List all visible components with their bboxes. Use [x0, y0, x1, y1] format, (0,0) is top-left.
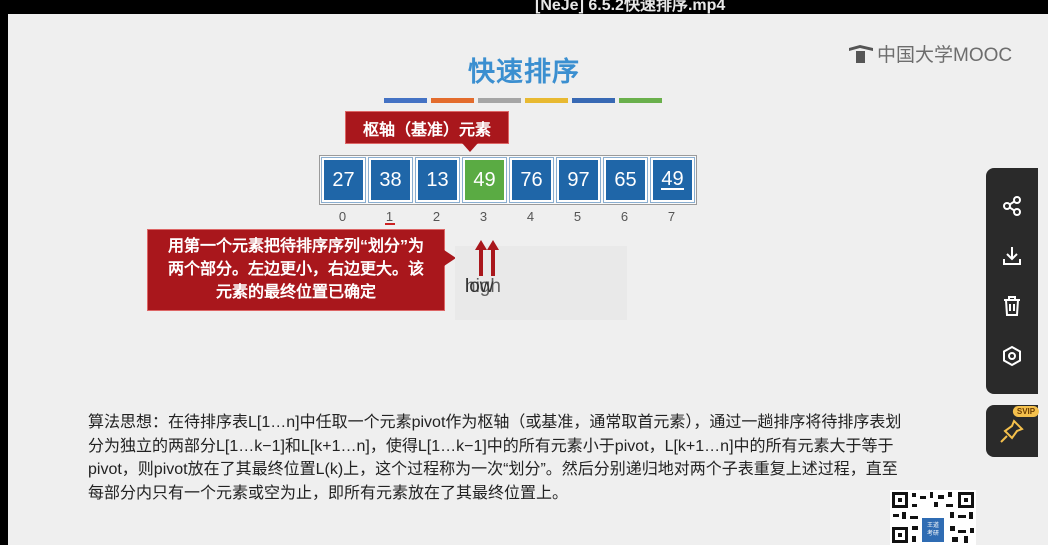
array-index: 2 — [432, 209, 441, 224]
array-index: 7 — [667, 209, 676, 224]
qr-label-line: 考研 — [926, 531, 939, 537]
floating-toolbar — [986, 168, 1038, 394]
array-cell-pivot: 49 — [462, 157, 507, 203]
slide: 中国大学MOOC 快速排序 枢轴（基准）元素 27 38 13 49 76 97 65 49 … — [8, 14, 1048, 545]
title-color-bars — [384, 98, 662, 104]
array-index: 1 — [385, 209, 394, 224]
video-title-bar: [NeJe] 6.5.2快速排序.mp4 — [0, 0, 1048, 14]
array-indices: 0 1 2 3 4 5 6 7 — [321, 209, 693, 224]
algorithm-line: pivot，则pivot放在了其最终位置L(k)上，这个过程称为一次“划分”。然… — [88, 461, 898, 478]
delete-icon — [1004, 296, 1020, 316]
share-button[interactable] — [986, 186, 1038, 226]
algorithm-line: 分为独立的两部分L[1…k−1]和L[k+1…n]，使得L[1…k−1]中的所有… — [88, 437, 894, 455]
svip-badge: SVIP — [1012, 406, 1040, 417]
algorithm-description: 算法思想：在待排序表L[1…n]中任取一个元素pivot作为枢轴（或基准，通常取… — [88, 411, 988, 505]
array-index: 6 — [620, 209, 629, 224]
array-cell: 13 — [415, 157, 460, 203]
array-cell-value: 97 — [567, 168, 590, 191]
array-cell-value: 49 — [661, 168, 684, 190]
title-color-bar — [572, 98, 615, 103]
array-cell: 49 — [650, 157, 695, 203]
title-color-bar — [384, 98, 427, 103]
partition-callout-line: 元素的最终位置已确定 — [215, 284, 376, 301]
array-index: 5 — [573, 209, 582, 224]
qr-code: 王道 考研 — [890, 490, 976, 545]
algorithm-line: 算法思想：在待排序表L[1…n]中任取一个元素pivot作为枢轴（或基准，通常取… — [88, 414, 902, 431]
index-marker — [385, 223, 395, 225]
array-cell-value: 38 — [379, 168, 402, 191]
pointer-arrows-icon — [475, 240, 499, 276]
array-cell: 76 — [509, 157, 554, 203]
slide-title: 快速排序 — [468, 57, 580, 87]
array-cell-value: 65 — [614, 168, 637, 191]
array-cell-value: 13 — [426, 168, 449, 191]
download-icon — [1003, 247, 1021, 265]
title-color-bar — [431, 98, 474, 103]
pivot-callout: 枢轴（基准）元素 — [345, 111, 509, 152]
array-cell: 38 — [368, 157, 413, 203]
qr-center-logo: 王道 考研 — [922, 518, 944, 542]
title-color-bar — [619, 98, 662, 103]
array-index: 3 — [479, 209, 488, 224]
title-color-bar — [525, 98, 568, 103]
array-cell: 65 — [603, 157, 648, 203]
partition-callout-line: 两个部分。左边更小，右边更大。该 — [167, 261, 424, 278]
array-index: 0 — [338, 209, 347, 224]
view-icon — [1003, 345, 1021, 367]
array-cell: 97 — [556, 157, 601, 203]
array-index: 4 — [526, 209, 535, 224]
title-color-bar — [478, 98, 521, 103]
download-button[interactable] — [986, 236, 1038, 276]
partition-callout: 用第一个元素把待排序序列“划分”为 两个部分。左边更小，右边更大。该 元素的最终… — [147, 229, 456, 311]
array-cell-value: 49 — [473, 168, 496, 191]
delete-button[interactable] — [986, 286, 1038, 326]
pointer-labels: low high — [465, 276, 525, 300]
view-button[interactable] — [986, 336, 1038, 376]
high-pointer-label: high — [465, 276, 501, 297]
share-icon — [1003, 196, 1021, 216]
array: 27 38 13 49 76 97 65 49 — [319, 155, 697, 205]
array-cell-value: 76 — [520, 168, 543, 191]
algorithm-line: 每部分内只有一个元素或空为止，即所有元素放在了其最终位置上。 — [88, 484, 569, 502]
array-cell: 27 — [321, 157, 366, 203]
partition-callout-line: 用第一个元素把待排序序列“划分”为 — [167, 238, 424, 255]
array-cell-value: 27 — [332, 168, 355, 191]
video-title: [NeJe] 6.5.2快速排序.mp4 — [535, 0, 726, 14]
qr-label-line: 王道 — [926, 523, 939, 529]
